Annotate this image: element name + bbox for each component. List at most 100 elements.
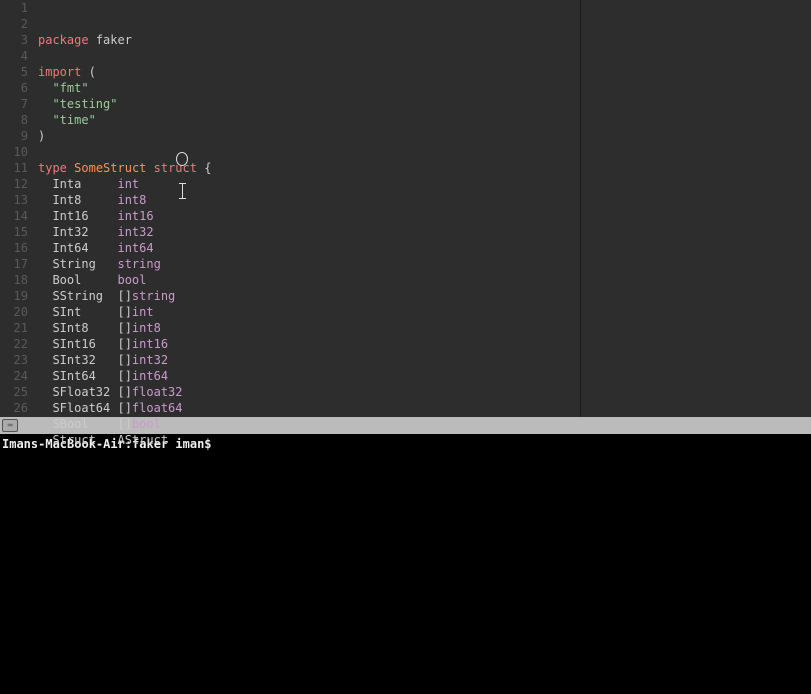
code-line[interactable]	[38, 48, 811, 64]
line-number: 17	[0, 256, 28, 272]
code-line[interactable]: String string	[38, 256, 811, 272]
line-number: 26	[0, 400, 28, 416]
line-number: 10	[0, 144, 28, 160]
code-line[interactable]: import (	[38, 64, 811, 80]
code-token: Bool	[38, 273, 117, 287]
code-token: int	[132, 305, 154, 319]
code-line[interactable]: SInt8 []int8	[38, 320, 811, 336]
code-token: bool	[132, 417, 161, 431]
code-line[interactable]	[38, 144, 811, 160]
code-line[interactable]: package faker	[38, 32, 811, 48]
code-token: SInt64 []	[38, 369, 132, 383]
code-token	[146, 161, 153, 175]
code-token: bool	[117, 273, 146, 287]
code-line[interactable]: "time"	[38, 112, 811, 128]
line-number: 14	[0, 208, 28, 224]
line-number: 3	[0, 32, 28, 48]
code-line[interactable]: "testing"	[38, 96, 811, 112]
line-number: 21	[0, 320, 28, 336]
code-line[interactable]: Int64 int64	[38, 240, 811, 256]
code-area[interactable]: package faker import ( "fmt" "testing" "t…	[38, 0, 811, 417]
code-token: int16	[132, 337, 168, 351]
code-token: Struct AStruct	[38, 433, 168, 447]
code-line[interactable]: )	[38, 128, 811, 144]
code-line[interactable]: type SomeStruct struct {	[38, 160, 811, 176]
code-token	[89, 33, 96, 47]
line-number: 12	[0, 176, 28, 192]
code-line[interactable]: Struct AStruct	[38, 432, 811, 448]
code-token: faker	[96, 33, 132, 47]
code-token: string	[117, 257, 160, 271]
line-number: 18	[0, 272, 28, 288]
code-line[interactable]: SBool []bool	[38, 416, 811, 432]
code-token: {	[197, 161, 211, 175]
code-token: SomeStruct	[74, 161, 146, 175]
line-number: 19	[0, 288, 28, 304]
code-token: string	[132, 289, 175, 303]
code-token	[38, 97, 52, 111]
code-token: SInt32 []	[38, 353, 132, 367]
line-number: 11	[0, 160, 28, 176]
line-number: 5	[0, 64, 28, 80]
line-number: 20	[0, 304, 28, 320]
code-token: int32	[117, 225, 153, 239]
line-number: 2	[0, 16, 28, 32]
line-number: 16	[0, 240, 28, 256]
code-line[interactable]: SFloat32 []float32	[38, 384, 811, 400]
code-line[interactable]: SString []string	[38, 288, 811, 304]
code-line[interactable]: Int16 int16	[38, 208, 811, 224]
code-token: int64	[132, 369, 168, 383]
code-line[interactable]: Int8 int8	[38, 192, 811, 208]
code-token: int	[117, 177, 139, 191]
line-number: 4	[0, 48, 28, 64]
code-token: int8	[117, 193, 146, 207]
code-token: String	[38, 257, 117, 271]
line-number: 23	[0, 352, 28, 368]
code-token: package	[38, 33, 89, 47]
code-token: Inta	[38, 177, 117, 191]
code-token: "fmt"	[52, 81, 88, 95]
line-number: 24	[0, 368, 28, 384]
code-token: SBool []	[38, 417, 132, 431]
code-line[interactable]: SInt64 []int64	[38, 368, 811, 384]
code-token: Int32	[38, 225, 117, 239]
code-token: int32	[132, 353, 168, 367]
code-token: type	[38, 161, 67, 175]
keyboard-icon: ⌨	[2, 419, 18, 432]
code-line[interactable]: SInt16 []int16	[38, 336, 811, 352]
line-number: 8	[0, 112, 28, 128]
code-token: SInt []	[38, 305, 132, 319]
code-line[interactable]: "fmt"	[38, 80, 811, 96]
code-line[interactable]: SInt32 []int32	[38, 352, 811, 368]
code-token: float64	[132, 401, 183, 415]
code-token: Int8	[38, 193, 117, 207]
editor-pane[interactable]: 1234567891011121314151617181920212223242…	[0, 0, 811, 417]
code-token: SInt8 []	[38, 321, 132, 335]
code-token: float32	[132, 385, 183, 399]
code-token: SString []	[38, 289, 132, 303]
code-token: )	[38, 129, 45, 143]
line-number: 6	[0, 80, 28, 96]
code-token: import	[38, 65, 81, 79]
code-line[interactable]: SInt []int	[38, 304, 811, 320]
code-token: Int64	[38, 241, 117, 255]
line-number-gutter: 1234567891011121314151617181920212223242…	[0, 0, 38, 417]
code-token: "testing"	[52, 97, 117, 111]
vertical-split-divider[interactable]	[580, 0, 581, 417]
code-line[interactable]: SFloat64 []float64	[38, 400, 811, 416]
code-token: int8	[132, 321, 161, 335]
code-token	[38, 81, 52, 95]
line-number: 9	[0, 128, 28, 144]
code-token: int64	[117, 241, 153, 255]
code-token: SFloat64 []	[38, 401, 132, 415]
code-line[interactable]: Inta int	[38, 176, 811, 192]
code-line[interactable]: Int32 int32	[38, 224, 811, 240]
line-number: 25	[0, 384, 28, 400]
code-token: SInt16 []	[38, 337, 132, 351]
code-token: struct	[154, 161, 197, 175]
code-token: int16	[117, 209, 153, 223]
code-token: (	[81, 65, 95, 79]
code-token: SFloat32 []	[38, 385, 132, 399]
line-number: 15	[0, 224, 28, 240]
code-line[interactable]: Bool bool	[38, 272, 811, 288]
